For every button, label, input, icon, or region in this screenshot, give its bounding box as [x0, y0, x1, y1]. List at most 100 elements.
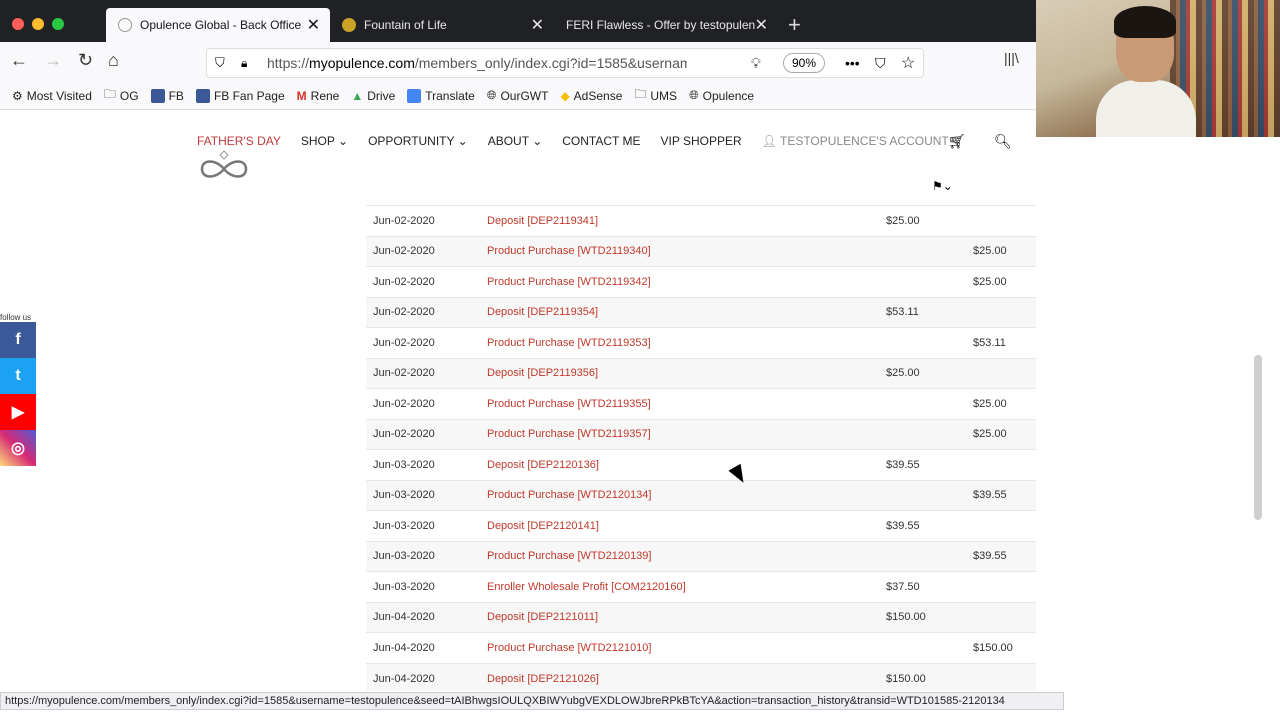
adsense-icon: ◆	[560, 88, 570, 103]
bookmark-fb[interactable]: FB	[150, 88, 184, 103]
transaction-description-link[interactable]: Product Purchase [WTD2121010]	[487, 632, 886, 663]
lightbulb-icon[interactable]: 💡︎	[751, 55, 761, 72]
bookmark-translate[interactable]: Translate	[407, 88, 475, 103]
transaction-description-link[interactable]: Product Purchase [WTD2120134]	[487, 479, 886, 511]
menu-label: TESTOPULENCE'S ACCOUNT	[779, 134, 949, 148]
transaction-description-link[interactable]: Product Purchase [WTD2119340]	[487, 235, 886, 267]
tab-back-office[interactable]: Opulence Global - Back Office ✕	[106, 8, 330, 42]
table-row: Jun-04-2020Deposit [DEP2121026]$150.00$6…	[366, 662, 1036, 691]
url-bar[interactable]: ⛉ 🔒︎ https://myopulence.com/members_only…	[206, 48, 924, 78]
tab-fountain-of-life[interactable]: Fountain of Life ✕	[330, 8, 554, 42]
zoom-level[interactable]: 90%	[783, 53, 826, 73]
bookmark-label: FB Fan Page	[213, 88, 285, 103]
transaction-withdrawal: $25.00	[973, 266, 1036, 297]
transaction-withdrawal	[973, 296, 1036, 328]
new-tab-icon[interactable]: +	[788, 12, 801, 38]
transaction-description-link[interactable]: Deposit [DEP2119341]	[487, 205, 886, 236]
transaction-withdrawal	[973, 571, 1036, 602]
bookmark-adsense[interactable]: ◆ AdSense	[560, 89, 622, 103]
transaction-description-link[interactable]: Deposit [DEP2119356]	[487, 357, 886, 389]
status-bar-url: https://myopulence.com/members_only/inde…	[0, 692, 1064, 710]
bookmark-og[interactable]: 🗀 OG	[104, 85, 139, 106]
bookmark-ourgwt[interactable]: 🌐︎ OurGWT	[487, 88, 549, 103]
tab-title: Fountain of Life	[364, 18, 447, 32]
bookmark-opulence[interactable]: 🌐︎ Opulence	[689, 88, 754, 103]
close-window-button[interactable]	[12, 18, 24, 30]
transaction-deposit: $37.50	[886, 571, 973, 602]
transaction-withdrawal: $39.55	[973, 479, 1036, 511]
home-icon[interactable]: ⌂	[108, 50, 119, 71]
transaction-description-link[interactable]: Deposit [DEP2120136]	[487, 449, 886, 480]
close-icon[interactable]: ✕	[307, 15, 320, 35]
forward-arrow-icon[interactable]: →	[44, 50, 62, 71]
transaction-deposit	[886, 632, 973, 663]
search-icon[interactable]: 🔍︎	[994, 133, 1012, 150]
transaction-description-link[interactable]: Deposit [DEP2119354]	[487, 296, 886, 328]
window-controls	[12, 18, 64, 30]
transaction-date: Jun-02-2020	[366, 235, 487, 267]
bookmark-ums[interactable]: 🗀 UMS	[634, 85, 677, 106]
bookmark-star-icon[interactable]: ☆	[901, 53, 915, 73]
transaction-description-link[interactable]: Deposit [DEP2121026]	[487, 662, 886, 691]
table-row: Jun-02-2020Deposit [DEP2119341]$25.00$49…	[366, 205, 1036, 236]
transaction-description-link[interactable]: Product Purchase [WTD2119342]	[487, 266, 886, 297]
more-actions-icon[interactable]: •••	[845, 55, 860, 71]
url-domain: myopulence.com	[309, 55, 415, 71]
menu-opportunity[interactable]: OPPORTUNITY ⌄	[368, 134, 468, 148]
pocket-icon[interactable]: ⛉	[875, 55, 886, 72]
bookmark-drive[interactable]: ▲ Drive	[351, 89, 395, 103]
transaction-deposit	[886, 388, 973, 419]
transaction-description-link[interactable]: Deposit [DEP2120141]	[487, 510, 886, 541]
menu-vip-shopper[interactable]: VIP SHOPPER	[660, 134, 741, 148]
tab-feri-flawless[interactable]: FERI Flawless - Offer by testopulen ✕	[554, 8, 778, 42]
bookmark-label: Most Visited	[26, 88, 92, 103]
instagram-icon[interactable]: ◎	[0, 430, 36, 466]
twitter-icon[interactable]: t	[0, 358, 36, 394]
bookmark-label: OG	[119, 88, 139, 103]
transaction-date: Jun-02-2020	[366, 266, 487, 297]
flag-icon[interactable]: ⚑⌄	[932, 179, 953, 193]
transaction-withdrawal	[973, 601, 1036, 633]
maximize-window-button[interactable]	[52, 18, 64, 30]
close-icon[interactable]: ✕	[755, 15, 768, 35]
library-icon[interactable]: |||\	[1004, 50, 1019, 66]
transaction-withdrawal	[973, 357, 1036, 389]
bookmark-most-visited[interactable]: ⚙ Most Visited	[12, 89, 92, 103]
facebook-icon[interactable]: f	[0, 322, 36, 358]
transaction-description-link[interactable]: Deposit [DEP2121011]	[487, 601, 886, 633]
bookmark-label: Drive	[367, 88, 396, 103]
close-icon[interactable]: ✕	[531, 15, 544, 35]
bookmark-rene[interactable]: M Rene	[297, 89, 340, 103]
follow-us-label: follow us	[0, 313, 32, 322]
transaction-description-link[interactable]: Product Purchase [WTD2119355]	[487, 388, 886, 419]
transaction-withdrawal: $39.55	[973, 540, 1036, 572]
reload-icon[interactable]: ↻	[78, 50, 93, 71]
menu-about[interactable]: ABOUT ⌄	[488, 134, 543, 148]
cart-icon[interactable]: 🛒︎	[948, 133, 966, 150]
menu-account[interactable]: 👤︎ TESTOPULENCE'S ACCOUNT ⌄	[762, 134, 962, 148]
menu-contact-me[interactable]: CONTACT ME	[562, 134, 640, 148]
transaction-description-link[interactable]: Product Purchase [WTD2120139]	[487, 540, 886, 572]
shield-icon[interactable]: ⛉	[215, 55, 225, 71]
transaction-withdrawal	[973, 449, 1036, 480]
menu-shop[interactable]: SHOP ⌄	[301, 134, 348, 148]
bookmark-label: Opulence	[702, 88, 755, 103]
back-arrow-icon[interactable]: ←	[10, 50, 28, 71]
user-icon: 👤︎	[761, 134, 777, 148]
menu-fathers-day[interactable]: FATHER'S DAY	[197, 134, 281, 148]
transaction-description-link[interactable]: Product Purchase [WTD2119357]	[487, 418, 886, 450]
transaction-withdrawal	[973, 662, 1036, 691]
tab-bar: Opulence Global - Back Office ✕ Fountain…	[0, 0, 1036, 48]
transaction-description-link[interactable]: Enroller Wholesale Profit [COM2120160]	[487, 571, 886, 602]
url-text[interactable]: https://myopulence.com/members_only/inde…	[267, 55, 687, 71]
bookmarks-bar: ⚙ Most Visited 🗀 OG FB FB Fan Page M Rene ▲…	[0, 82, 1036, 110]
transaction-description-link[interactable]: Product Purchase [WTD2119353]	[487, 327, 886, 358]
opulence-logo[interactable]	[198, 147, 250, 183]
youtube-icon[interactable]: ▶	[0, 394, 36, 430]
transaction-date: Jun-03-2020	[366, 540, 487, 572]
page-scrollbar[interactable]	[1254, 355, 1262, 520]
minimize-window-button[interactable]	[32, 18, 44, 30]
bookmark-fb-fan-page[interactable]: FB Fan Page	[195, 88, 285, 103]
table-row: Jun-03-2020 Product Purchase [WTD2120134]…	[366, 479, 1036, 511]
tab-title: Opulence Global - Back Office	[140, 18, 302, 32]
